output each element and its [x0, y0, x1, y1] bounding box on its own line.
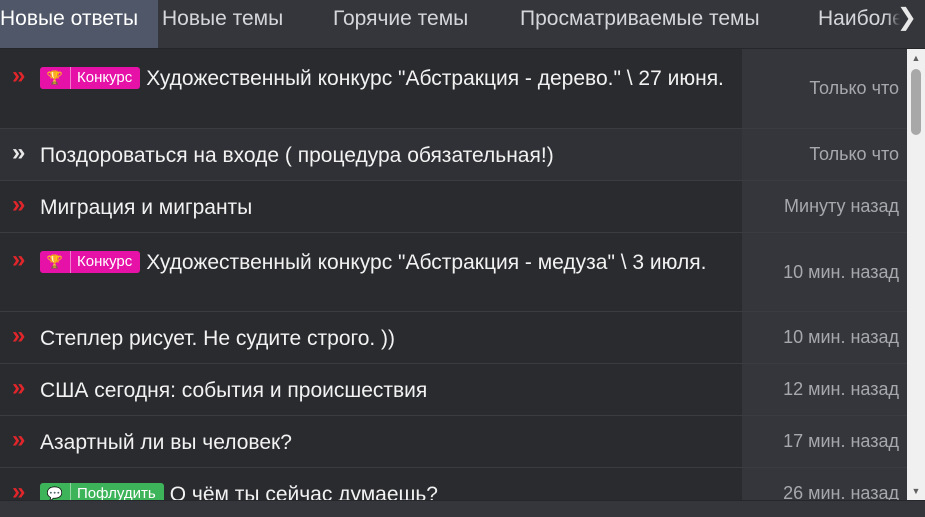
thread-title[interactable]: Миграция и мигранты — [40, 196, 252, 219]
thread-title[interactable]: О чём ты сейчас думаешь? — [170, 483, 438, 500]
thread-row[interactable]: » 💬 Пофлудить О чём ты сейчас думаешь? 26 м… — [0, 468, 907, 500]
double-chevron-icon: » — [12, 246, 25, 273]
thread-row[interactable]: » 🏆 Конкурс Художественный конкурс "Абстрак… — [0, 233, 907, 312]
tab-bar: Новые ответы Новые темы Горячие темы Про… — [0, 0, 925, 49]
time-label: Только что — [809, 78, 899, 98]
badge-label: Конкурс — [77, 253, 133, 270]
thread-time[interactable]: Минуту назад — [742, 181, 907, 232]
double-chevron-icon: » — [12, 139, 25, 166]
time-label: 26 мин. назад — [783, 483, 899, 500]
thread-row[interactable]: » Поздороваться на входе ( процедура обяз… — [0, 129, 907, 181]
thread-title-cell: » Миграция и мигранты — [0, 181, 742, 232]
thread-time[interactable]: 12 мин. назад — [742, 364, 907, 415]
thread-row[interactable]: » Миграция и мигранты Минуту назад — [0, 181, 907, 233]
tab-new-threads[interactable]: Новые темы — [162, 0, 283, 48]
time-label: 17 мин. назад — [783, 431, 899, 451]
thread-title-cell: » Степлер рисует. Не судите строго. )) — [0, 312, 742, 363]
thread-row[interactable]: » Азартный ли вы человек? 17 мин. назад — [0, 416, 907, 468]
scroll-down-icon[interactable]: ▼ — [907, 484, 925, 498]
thread-title[interactable]: Степлер рисует. Не судите строго. )) — [40, 327, 395, 350]
double-chevron-icon: » — [12, 322, 25, 349]
trophy-icon: 🏆 — [46, 67, 71, 89]
thread-time[interactable]: 10 мин. назад — [742, 312, 907, 363]
thread-time[interactable]: Только что — [742, 49, 907, 128]
time-label: Минуту назад — [784, 196, 899, 216]
thread-title-cell: » 💬 Пофлудить О чём ты сейчас думаешь? — [0, 468, 742, 500]
thread-title[interactable]: Азартный ли вы человек? — [40, 431, 292, 454]
contest-badge[interactable]: 🏆 Конкурс — [40, 251, 141, 273]
thread-title[interactable]: Художественный конкурс "Абстракция - мед… — [146, 251, 706, 274]
thread-title[interactable]: США сегодня: события и происшествия — [40, 379, 427, 402]
thread-title-cell: » Поздороваться на входе ( процедура обяз… — [0, 129, 742, 180]
thread-list: » 🏆 Конкурс Художественный конкурс "Абстрак… — [0, 49, 907, 500]
time-label: 10 мин. назад — [783, 261, 899, 282]
thread-time[interactable]: 26 мин. назад — [742, 468, 907, 500]
time-label: 12 мин. назад — [783, 379, 899, 399]
thread-row[interactable]: » Степлер рисует. Не судите строго. )) 10… — [0, 312, 907, 364]
thread-title-cell: » 🏆 Конкурс Художественный конкурс "Абстрак… — [0, 233, 742, 311]
thread-title-cell: » 🏆 Конкурс Художественный конкурс "Абстрак… — [0, 49, 742, 128]
thread-title-cell: » Азартный ли вы человек? — [0, 416, 742, 467]
chat-bubbles-icon: 💬 — [46, 483, 71, 500]
thread-row[interactable]: » 🏆 Конкурс Художественный конкурс "Абстрак… — [0, 49, 907, 129]
vertical-scrollbar[interactable]: ▲ ▼ — [907, 49, 925, 500]
contest-badge[interactable]: 🏆 Конкурс — [40, 67, 141, 89]
thread-time[interactable]: 10 мин. назад — [742, 233, 907, 311]
trophy-icon: 🏆 — [46, 251, 71, 273]
flood-badge[interactable]: 💬 Пофлудить — [40, 483, 164, 500]
time-label: 10 мин. назад — [783, 327, 899, 347]
thread-time[interactable]: Только что — [742, 129, 907, 180]
badge-label: Конкурс — [77, 69, 133, 86]
tab-new-replies[interactable]: Новые ответы — [0, 0, 159, 48]
bottom-bar — [0, 500, 925, 517]
thread-title[interactable]: Поздороваться на входе ( процедура обяза… — [40, 144, 554, 167]
double-chevron-icon: » — [12, 374, 25, 401]
thread-title[interactable]: Художественный конкурс "Абстракция - дер… — [146, 67, 724, 90]
thread-time[interactable]: 17 мин. назад — [742, 416, 907, 467]
double-chevron-icon: » — [12, 191, 25, 218]
thread-row[interactable]: » США сегодня: события и происшествия 12 … — [0, 364, 907, 416]
tab-label: Новые ответы — [0, 7, 139, 30]
double-chevron-icon: » — [12, 62, 25, 89]
chevron-right-icon[interactable]: ❯ — [887, 0, 925, 48]
tab-hot-threads[interactable]: Горячие темы — [333, 0, 468, 48]
scrollbar-thumb[interactable] — [911, 69, 921, 135]
double-chevron-icon: » — [12, 478, 25, 501]
thread-title-cell: » США сегодня: события и происшествия — [0, 364, 742, 415]
double-chevron-icon: » — [12, 426, 25, 453]
tab-label: Горячие темы — [333, 7, 469, 30]
scroll-up-icon[interactable]: ▲ — [907, 51, 925, 65]
tab-label: Просматриваемые темы — [520, 7, 760, 30]
time-label: Только что — [809, 144, 899, 164]
badge-label: Пофлудить — [77, 485, 156, 500]
tab-watched-threads[interactable]: Просматриваемые темы — [520, 0, 760, 48]
tab-label: Новые темы — [162, 7, 284, 30]
